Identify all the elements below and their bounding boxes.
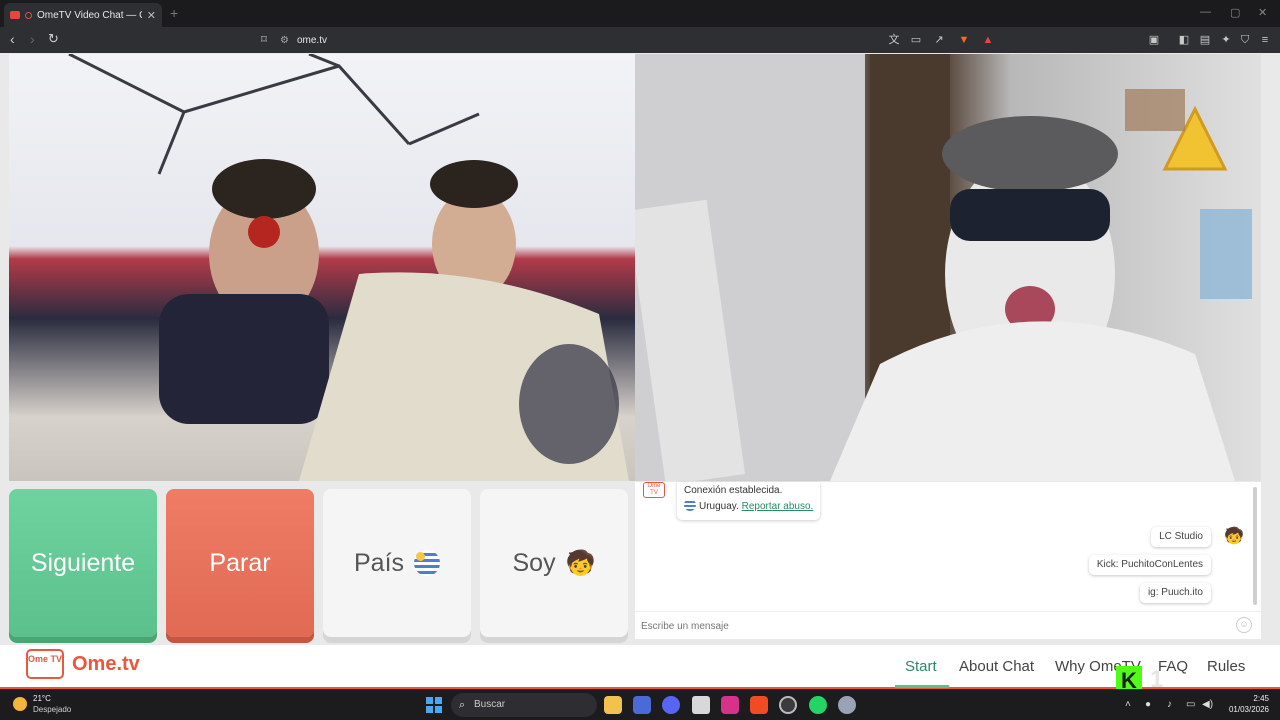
- tray-app-icon[interactable]: ●: [1145, 699, 1151, 710]
- vpn-icon[interactable]: ⛉: [1237, 32, 1253, 48]
- active-nav-indicator: [895, 685, 949, 688]
- youtube-favicon-icon: [10, 11, 20, 19]
- volume-icon[interactable]: ◀): [1202, 699, 1213, 710]
- tab-title: OmeTV Video Chat — Omeg: [37, 9, 142, 21]
- ometv-chat-logo: Ome TV: [643, 482, 665, 498]
- chat-panel: Ome TV Conexión establecida. Uruguay. Re…: [635, 482, 1261, 639]
- start-button[interactable]: [426, 697, 442, 713]
- nav-about-chat[interactable]: About Chat: [959, 658, 1034, 675]
- weather-description: Despejado: [33, 705, 72, 714]
- my-video: [635, 54, 1261, 481]
- chat-message: LC Studio: [1151, 527, 1211, 547]
- chat-message: Kick: PuchitoConLentes: [1088, 555, 1211, 575]
- nav-rules[interactable]: Rules: [1207, 658, 1245, 675]
- recording-icon: [25, 11, 32, 19]
- stop-button[interactable]: Parar: [166, 489, 314, 637]
- clock-time[interactable]: 2:45: [1227, 694, 1269, 703]
- ometv-page: Siguiente Parar País Soy 🧒 Ome TV Conexi…: [0, 53, 1280, 689]
- rewards-icon[interactable]: ▲: [980, 32, 996, 48]
- uruguay-flag-icon: [684, 499, 696, 511]
- country-label: País: [353, 548, 405, 577]
- brave-shield-icon[interactable]: ▼: [956, 32, 972, 48]
- restore-icon[interactable]: ▢: [1230, 6, 1240, 19]
- stranger-video-frame: [68, 54, 629, 481]
- chat-message: ig: Puuch.ito: [1139, 583, 1211, 603]
- brave-icon[interactable]: [750, 696, 768, 714]
- stop-label: Parar: [209, 548, 271, 577]
- network-icon[interactable]: ▭: [1186, 699, 1195, 710]
- file-explorer-icon[interactable]: [604, 696, 622, 714]
- menu-icon[interactable]: ≡: [1257, 32, 1273, 48]
- stranger-country-line: Uruguay. Reportar abuso.: [684, 499, 813, 515]
- weather-temperature: 21°C: [33, 694, 51, 703]
- store-icon[interactable]: [633, 696, 651, 714]
- microphone-icon[interactable]: ♪: [1167, 699, 1172, 710]
- back-icon[interactable]: ‹: [10, 31, 15, 47]
- boy-face-icon: 🧒: [565, 549, 596, 577]
- taskbar-search[interactable]: ⌕ Buscar: [451, 693, 597, 717]
- search-label: Buscar: [474, 699, 506, 710]
- whatsapp-icon[interactable]: [809, 696, 827, 714]
- emoji-icon[interactable]: ☺: [1236, 617, 1252, 633]
- stranger-country: Uruguay.: [699, 501, 739, 512]
- new-tab-button[interactable]: +: [170, 5, 178, 21]
- share-icon[interactable]: ↗: [931, 32, 947, 48]
- app-icon[interactable]: [692, 696, 710, 714]
- search-icon: ⌕: [459, 699, 466, 711]
- site-footer-nav: Ome TV Ome.tv Start About Chat Why OmeTV…: [0, 645, 1280, 689]
- country-button[interactable]: País: [323, 489, 471, 637]
- nav-start[interactable]: Start: [905, 658, 937, 675]
- message-input[interactable]: [641, 616, 1221, 636]
- chat-scrollbar[interactable]: [1253, 487, 1257, 605]
- forward-icon[interactable]: ›: [30, 31, 35, 47]
- my-avatar-icon: 🧒: [1224, 528, 1244, 545]
- weather-moon-icon[interactable]: [13, 697, 27, 711]
- url-text: ome.tv: [296, 34, 327, 46]
- chat-input-bar: ☺: [635, 611, 1261, 639]
- browser-tabstrip: OmeTV Video Chat — Omeg ✕ + — ▢ ✕: [0, 0, 1280, 27]
- windows-taskbar: 21°C Despejado ⌕ Buscar ˄ ● ♪ ▭ ◀) 2:45 …: [0, 689, 1280, 720]
- ometv-logo-text[interactable]: Ome.tv: [72, 653, 140, 676]
- cast-icon[interactable]: ▭: [908, 32, 924, 48]
- connection-status: Conexión establecida.: [684, 485, 783, 496]
- browser-tab[interactable]: OmeTV Video Chat — Omeg ✕: [4, 3, 162, 27]
- extensions-icon[interactable]: ▣: [1146, 32, 1162, 48]
- stranger-video: [9, 54, 635, 481]
- reload-icon[interactable]: ↻: [48, 31, 59, 47]
- close-tab-icon[interactable]: ✕: [147, 9, 156, 22]
- instagram-icon[interactable]: [721, 696, 739, 714]
- leo-icon[interactable]: ✦: [1218, 32, 1234, 48]
- obs-icon[interactable]: [779, 696, 797, 714]
- translate-icon[interactable]: 文: [886, 32, 902, 48]
- tray-chevron-icon[interactable]: ˄: [1125, 699, 1131, 710]
- report-abuse-link[interactable]: Reportar abuso.: [742, 501, 814, 512]
- browser-toolbar: ‹ › ↻ ⌑ ⚙ ome.tv 文 ▭ ↗ ▼ ▲ ▣ ◧ ▤ ✦ ⛉ ≡: [0, 27, 1280, 53]
- settings-icon[interactable]: [838, 696, 856, 714]
- site-info-icon[interactable]: ⚙: [280, 35, 289, 46]
- my-video-frame: [635, 54, 1252, 481]
- uruguay-flag-icon: [414, 550, 441, 576]
- next-label: Siguiente: [30, 548, 136, 577]
- next-button[interactable]: Siguiente: [9, 489, 157, 637]
- discord-icon[interactable]: [662, 696, 680, 714]
- minimize-icon[interactable]: —: [1200, 6, 1211, 18]
- ometv-logo-icon[interactable]: Ome TV: [26, 649, 64, 679]
- close-window-icon[interactable]: ✕: [1258, 6, 1267, 19]
- bookmark-icon[interactable]: ⌑: [256, 32, 272, 48]
- clock-date[interactable]: 01/03/2026: [1220, 705, 1269, 714]
- gender-button[interactable]: Soy 🧒: [480, 489, 628, 637]
- sidebar-icon[interactable]: ◧: [1176, 32, 1192, 48]
- wallet-icon[interactable]: ▤: [1197, 32, 1213, 48]
- gender-label: Soy: [512, 548, 556, 577]
- system-message: Conexión establecida. Uruguay. Reportar …: [677, 482, 821, 520]
